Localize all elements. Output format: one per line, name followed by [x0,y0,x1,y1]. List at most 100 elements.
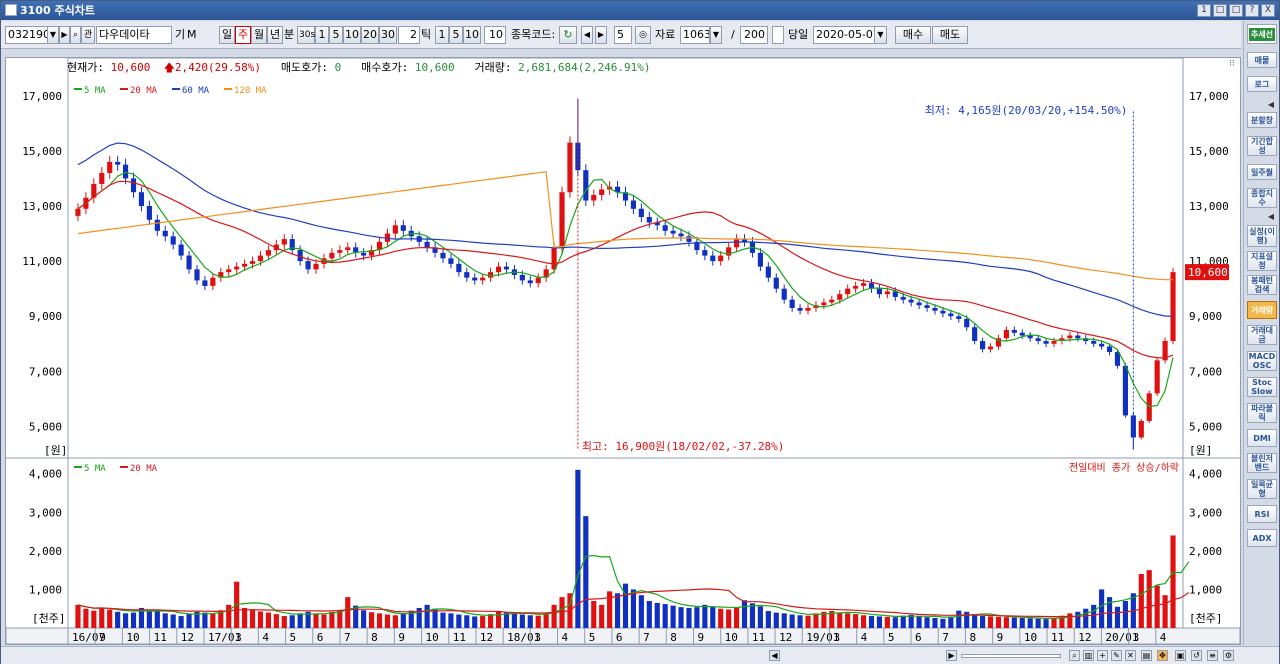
sell-button[interactable]: 매도 [932,26,968,44]
date-input[interactable]: 2020-05-07 [813,26,875,44]
bid-price: 10,600 [414,61,455,74]
sidebar-item-day-week-month[interactable]: 일주월 [1247,164,1277,180]
volume-bar [599,604,605,628]
x-axis-label: 10 [426,631,439,644]
restore-button[interactable]: □ [1213,4,1227,17]
code-dropdown-icon[interactable]: ▼ [47,26,59,44]
sidebar-item-candle-pattern[interactable]: 봉패턴검색 [1247,275,1277,295]
chart-area[interactable]: 17,000 17,000 15,000 15,000 13,000 13,000 11,0… [5,57,1241,645]
volume-bar [860,615,867,628]
search-icon[interactable]: ⌕ [70,26,81,44]
refresh-icon[interactable]: ↻ [559,26,577,44]
volume-bar [1091,604,1097,628]
stock-name-field[interactable]: 다우데이타 [96,26,172,44]
period-year-button[interactable]: 년 [267,26,283,44]
status-bar: ◀ ▶ ⌕ ▥ + ✎ ✕ ▤ ✥ ▣ ↺ ≡ ⚙ [1,646,1279,664]
minute-5-button[interactable]: 5 [329,26,343,44]
config-icon[interactable]: ≡ [1207,650,1218,661]
candle-body [1154,360,1160,394]
sidebar-item-indicator-settings[interactable]: 지표설정 [1247,251,1277,271]
minute-10-button[interactable]: 10 [343,26,361,44]
options-icon[interactable]: ⚙ [1223,650,1234,661]
sidebar-item-moving-average[interactable]: 실정(이평) [1247,225,1277,247]
help-button[interactable]: ? [1245,4,1259,17]
sidebar-item-dmi[interactable]: DMI [1247,429,1277,447]
volume-bar [480,616,486,628]
candle-body [702,250,708,256]
candle-body [924,305,930,308]
sidebar-item-volume-profile[interactable]: 매물 [1247,52,1277,68]
sidebar-item-macd-osc[interactable]: MACD OSC [1247,351,1277,371]
draw-icon[interactable]: ✎ [1111,650,1122,661]
related-stock-button[interactable]: 관 [81,26,95,44]
candle-body [281,239,287,245]
m-label[interactable]: M [187,26,197,44]
minute-30s-button[interactable]: 30s [297,26,315,44]
candle-body [940,310,946,314]
sidebar-item-trendline[interactable]: 추세선 [1247,24,1277,44]
tick-1-button[interactable]: 1 [435,26,449,44]
minute-20-button[interactable]: 20 [361,26,379,44]
close-button[interactable]: X [1261,4,1275,17]
sidebar-item-adx[interactable]: ADX [1247,529,1277,547]
sidebar-item-composite-index[interactable]: 종합지수 [1247,188,1277,208]
chart-options-icon[interactable]: ⁝⁝ [1229,59,1239,69]
prev-arrow-icon[interactable]: ◀ [581,26,593,44]
data-count-dropdown-icon[interactable]: ▼ [710,26,722,44]
tick-count-input[interactable]: 2 [398,26,420,44]
minute-30-button[interactable]: 30 [379,26,397,44]
chart-type-icon[interactable]: ▥ [1083,650,1094,661]
save-icon[interactable]: ▣ [1175,650,1186,661]
tick-10-button[interactable]: 10 [463,26,481,44]
settings-gear-icon[interactable]: ◎ [635,26,651,44]
sidebar-expand-icon[interactable]: ◀ [1247,99,1277,111]
candle-body [734,239,740,248]
date-dropdown-icon[interactable]: ▼ [874,26,887,44]
zoom-slider[interactable] [961,654,1061,658]
sidebar-item-log[interactable]: 로그 [1247,76,1277,92]
candle-body [1170,272,1176,342]
print-icon[interactable]: ▤ [1141,650,1152,661]
period-day-button[interactable]: 일 [219,26,235,44]
zoom-icon[interactable]: ⌕ [1069,650,1080,661]
candle-body [361,252,367,256]
sidebar-item-rsi[interactable]: RSI [1247,505,1277,523]
next-code-icon[interactable]: ▶ [59,26,70,44]
gi-label[interactable]: 기 [175,26,185,44]
period-week-button[interactable]: 주 [235,26,251,44]
maximize-button[interactable]: □ [1229,4,1243,17]
window-number-button[interactable]: 1 [1197,4,1211,17]
next-arrow-icon[interactable]: ▶ [595,26,607,44]
today-checkbox[interactable] [772,26,784,44]
sidebar-item-trading-value[interactable]: 거래대금 [1247,325,1277,345]
tick-extra-input[interactable]: 10 [484,26,506,44]
sidebar-item-parabolic[interactable]: 파라볼릭 [1247,403,1277,423]
reset-icon[interactable]: ↺ [1191,650,1202,661]
crosshair-icon[interactable]: + [1097,650,1108,661]
x-axis-label: 12 [480,631,493,644]
move-icon[interactable]: ✥ [1157,650,1168,661]
minute-1-button[interactable]: 1 [315,26,329,44]
period-month-button[interactable]: 월 [251,26,267,44]
sidebar-item-split[interactable]: 분할창 [1247,112,1277,128]
step-input[interactable]: 5 [614,26,632,44]
sidebar-item-ichimoku[interactable]: 일목균형 [1247,479,1277,499]
sidebar-expand-icon-2[interactable]: ◀ [1247,211,1277,223]
sidebar-item-period-merge[interactable]: 기간합성 [1247,136,1277,156]
tick-5-button[interactable]: 5 [449,26,463,44]
sidebar-item-volume[interactable]: 거래량 [1247,301,1277,319]
stock-chart[interactable]: 17,000 17,000 15,000 15,000 13,000 13,000 11,0… [6,58,1240,644]
ma-legend-label: 5 MA [84,86,106,96]
erase-icon[interactable]: ✕ [1125,650,1136,661]
sidebar-item-stoc-slow[interactable]: Stoc Slow [1247,377,1277,397]
data-count-input[interactable]: 1063 [680,26,710,44]
volume-bar [726,609,732,628]
scroll-left-icon[interactable]: ◀ [769,650,780,661]
scroll-right-icon[interactable]: ▶ [946,650,957,661]
sidebar-item-bollinger[interactable]: 볼린저밴드 [1247,453,1277,473]
display-count-input[interactable]: 200 [740,26,768,44]
candle-body [464,272,470,278]
high-annotation: 최고: 16,900원(18/02/02,-37.28%) [582,440,785,453]
buy-button[interactable]: 매수 [895,26,931,44]
stock-code-input[interactable]: 032190 [5,26,49,44]
